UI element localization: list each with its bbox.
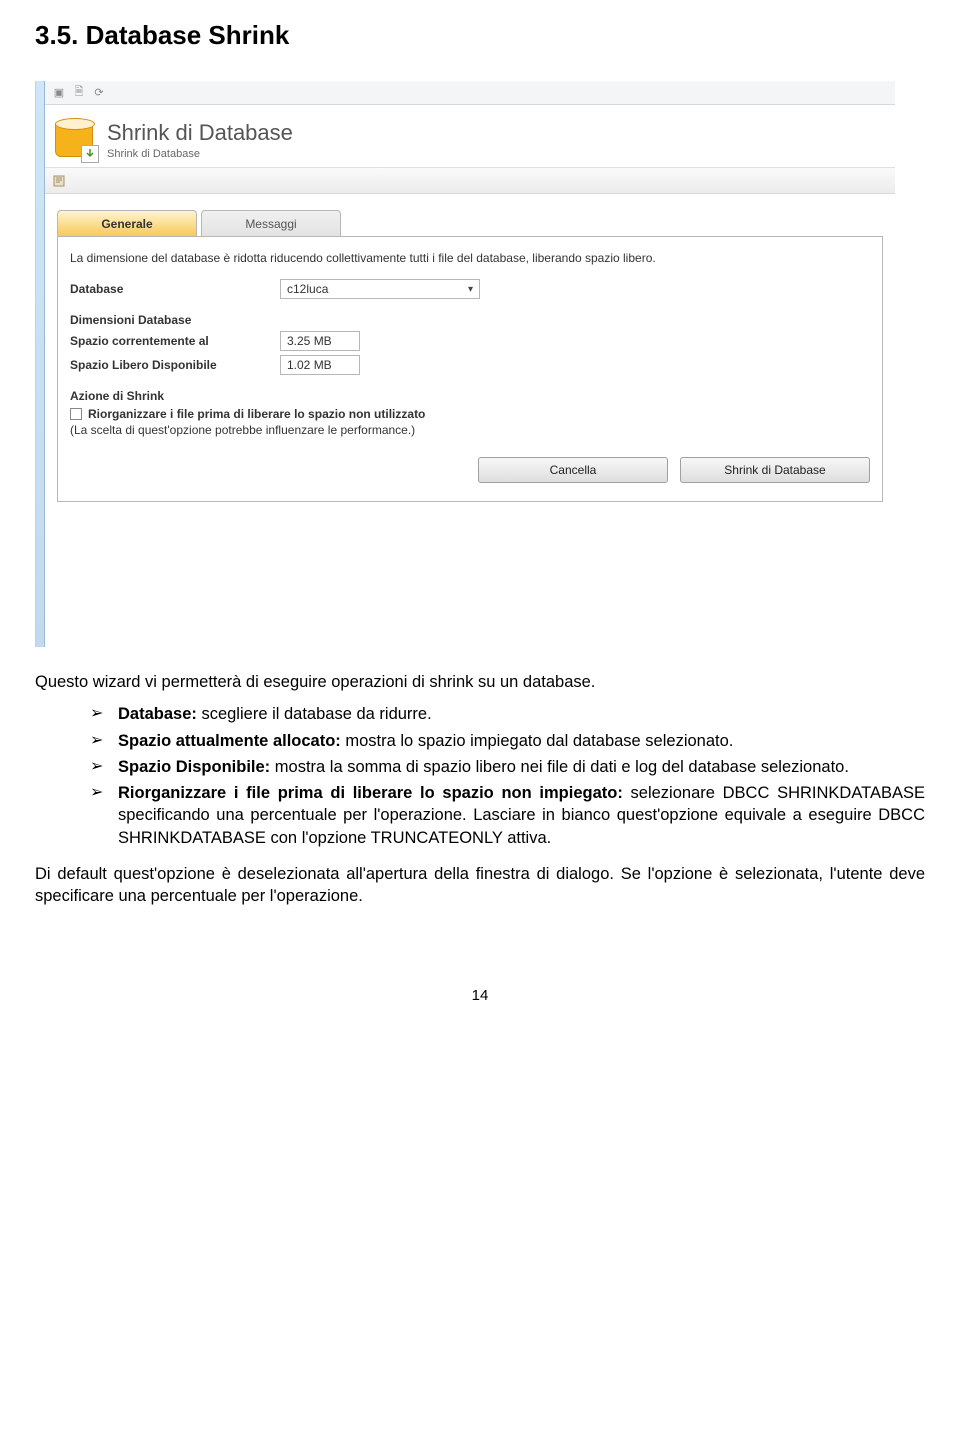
database-value: c12luca <box>287 282 328 296</box>
cancel-button[interactable]: Cancella <box>478 457 668 483</box>
list-item: Database: scegliere il database da ridur… <box>90 703 925 725</box>
refresh-icon[interactable]: ⟳ <box>91 85 107 101</box>
sidebar-stripe <box>36 81 45 647</box>
space-allocated-label: Spazio correntemente al <box>70 334 280 348</box>
space-free-value: 1.02 MB <box>280 355 360 375</box>
section-heading: 3.5. Database Shrink <box>35 20 925 51</box>
reorganize-hint: (La scelta di quest'opzione potrebbe inf… <box>70 423 870 437</box>
dimensions-section-label: Dimensioni Database <box>70 313 870 327</box>
shrink-button[interactable]: Shrink di Database <box>680 457 870 483</box>
general-panel: La dimensione del database è ridotta rid… <box>57 237 883 502</box>
list-item: Spazio Disponibile: mostra la somma di s… <box>90 756 925 778</box>
content-area: Generale Messaggi La dimensione del data… <box>45 194 895 526</box>
page-subtitle: Shrink di Database <box>107 148 293 160</box>
body-text: Questo wizard vi permetterà di eseguire … <box>35 671 925 907</box>
database-label: Database <box>70 282 280 296</box>
space-allocated-value: 3.25 MB <box>280 331 360 351</box>
intro-paragraph: Questo wizard vi permetterà di eseguire … <box>35 671 925 693</box>
tab-messaggi[interactable]: Messaggi <box>201 210 341 236</box>
bullet-list: Database: scegliere il database da ridur… <box>35 703 925 849</box>
list-item: Spazio attualmente allocato: mostra lo s… <box>90 730 925 752</box>
closing-paragraph: Di default quest'opzione è deselezionata… <box>35 863 925 908</box>
subtoolbar <box>45 168 895 194</box>
space-free-label: Spazio Libero Disponibile <box>70 358 280 372</box>
reorganize-checkbox[interactable] <box>70 408 82 420</box>
panel-description: La dimensione del database è ridotta rid… <box>70 251 870 265</box>
toolbar-icon-2[interactable]: 🗎 <box>71 85 87 101</box>
shrink-action-section-label: Azione di Shrink <box>70 389 870 403</box>
shrink-arrow-icon <box>81 145 99 163</box>
database-icon <box>55 119 97 161</box>
toolbar: ▣ 🗎 ⟳ <box>45 81 895 105</box>
page-number: 14 <box>35 987 925 1004</box>
app-window: ▣ 🗎 ⟳ Shrink di Database Shrink di Datab… <box>35 81 895 647</box>
page-header: Shrink di Database Shrink di Database <box>45 105 895 168</box>
page-title: Shrink di Database <box>107 120 293 146</box>
toolbar-icon-1[interactable]: ▣ <box>51 85 67 101</box>
script-icon[interactable] <box>51 173 67 189</box>
tab-bar: Generale Messaggi <box>57 210 883 237</box>
list-item: Riorganizzare i file prima di liberare l… <box>90 782 925 849</box>
tab-generale[interactable]: Generale <box>57 210 197 236</box>
database-combo[interactable]: c12luca <box>280 279 480 299</box>
reorganize-label: Riorganizzare i file prima di liberare l… <box>88 407 425 421</box>
